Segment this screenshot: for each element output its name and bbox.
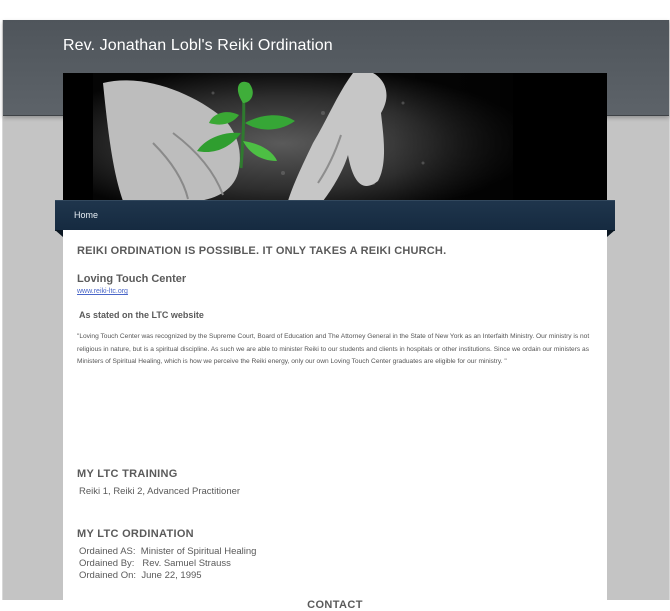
ordination-value: Rev. Samuel Strauss — [142, 558, 231, 569]
hands-planting-seedling-image — [63, 73, 607, 201]
ltc-website-link[interactable]: www.reiki-ltc.org — [77, 288, 128, 295]
page-heading: REIKI ORDINATION IS POSSIBLE. IT ONLY TA… — [77, 245, 447, 257]
ordination-label: Ordained On: — [79, 570, 137, 581]
stated-heading: As stated on the LTC website — [79, 310, 204, 320]
nav-item-home[interactable]: Home — [74, 210, 98, 220]
ordination-title: MY LTC ORDINATION — [77, 528, 194, 540]
ordination-row: Ordained AS: Minister of Spiritual Heali… — [79, 546, 256, 557]
nav-fold-left — [55, 230, 63, 237]
ordination-value: Minister of Spiritual Healing — [140, 546, 257, 557]
ltc-name: Loving Touch Center — [77, 273, 187, 285]
banner-image — [63, 73, 607, 201]
page-frame: Rev. Jonathan Lobl's Reiki Ordination Ho… — [2, 20, 670, 611]
ordination-row: Ordained On: June 22, 1995 — [79, 570, 202, 581]
ordination-label: Ordained AS: — [79, 546, 136, 557]
site-title[interactable]: Rev. Jonathan Lobl's Reiki Ordination — [63, 37, 333, 55]
ltc-quote: "Loving Touch Center was recognized by t… — [77, 333, 590, 365]
nav-fold-right — [607, 230, 615, 237]
main-content: REIKI ORDINATION IS POSSIBLE. IT ONLY TA… — [63, 230, 607, 611]
ordination-value: June 22, 1995 — [141, 570, 202, 581]
training-title: MY LTC TRAINING — [77, 468, 178, 480]
nav-strip: Home — [55, 200, 615, 231]
training-text: Reiki 1, Reiki 2, Advanced Practitioner — [79, 486, 241, 497]
ordination-label: Ordained By: — [79, 558, 135, 569]
ordination-row: Ordained By: Rev. Samuel Strauss — [79, 558, 231, 569]
contact-heading: CONTACT — [307, 599, 363, 611]
